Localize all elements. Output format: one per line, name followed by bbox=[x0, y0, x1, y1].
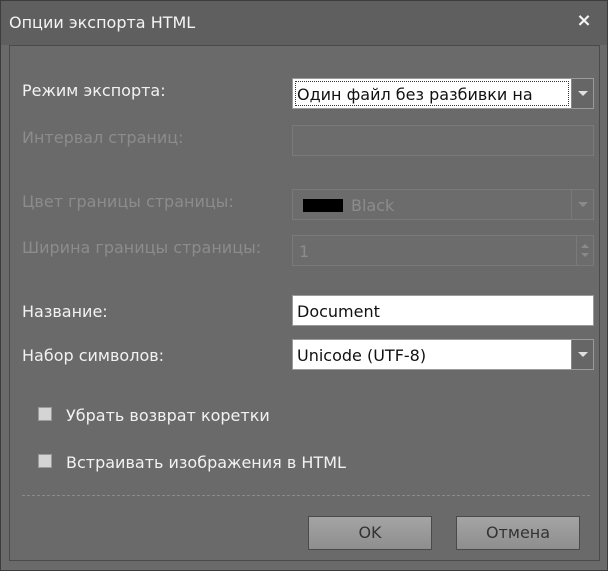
export-mode-label: Режим экспорта: bbox=[22, 81, 166, 100]
spin-down-icon bbox=[581, 253, 589, 257]
page-border-width-label: Ширина границы страницы: bbox=[22, 238, 262, 257]
color-swatch bbox=[303, 199, 343, 212]
spin-up-icon bbox=[581, 244, 589, 248]
page-range-label: Интервал страниц: bbox=[22, 128, 184, 147]
chevron-down-icon bbox=[578, 352, 588, 357]
remove-carriage-return-label[interactable]: Убрать возврат коретки bbox=[66, 406, 270, 425]
export-html-dialog: Опции экспорта HTML × Режим экспорта: Од… bbox=[0, 0, 608, 571]
page-border-width-spinner: 1 bbox=[292, 235, 594, 266]
chevron-down-icon bbox=[578, 202, 588, 207]
spinner-buttons bbox=[576, 236, 593, 265]
title-input-value: Document bbox=[297, 302, 380, 321]
charset-select[interactable]: Unicode (UTF-8) bbox=[292, 339, 594, 370]
embed-images-label[interactable]: Встраивать изображения в HTML bbox=[66, 453, 346, 472]
dialog-title: Опции экспорта HTML bbox=[9, 13, 196, 32]
close-icon[interactable]: × bbox=[573, 10, 595, 32]
chevron-down-icon bbox=[578, 91, 588, 96]
export-mode-value: Один файл без разбивки на bbox=[297, 85, 533, 104]
page-border-color-label: Цвет границы страницы: bbox=[22, 192, 234, 211]
charset-value: Unicode (UTF-8) bbox=[297, 346, 427, 365]
remove-carriage-return-checkbox[interactable] bbox=[38, 407, 52, 421]
page-range-field bbox=[292, 125, 594, 156]
page-border-color-value: Black bbox=[351, 196, 395, 215]
title-input[interactable]: Document bbox=[292, 295, 594, 326]
cancel-button[interactable]: Отмена bbox=[456, 516, 580, 550]
title-bar[interactable]: Опции экспорта HTML × bbox=[1, 1, 607, 45]
export-mode-dropdown-button[interactable] bbox=[571, 79, 593, 108]
embed-images-checkbox[interactable] bbox=[38, 454, 52, 468]
separator bbox=[22, 495, 590, 496]
page-border-color-dropdown-button bbox=[571, 190, 593, 219]
charset-label: Набор символов: bbox=[22, 346, 165, 365]
page-border-color-select: Black bbox=[292, 189, 594, 220]
options-panel: Режим экспорта: Один файл без разбивки н… bbox=[9, 45, 600, 561]
title-label: Название: bbox=[22, 302, 108, 321]
page-border-width-value: 1 bbox=[299, 242, 310, 261]
ok-button[interactable]: OK bbox=[308, 516, 432, 550]
charset-dropdown-button[interactable] bbox=[571, 340, 593, 369]
export-mode-select[interactable]: Один файл без разбивки на bbox=[292, 78, 594, 109]
